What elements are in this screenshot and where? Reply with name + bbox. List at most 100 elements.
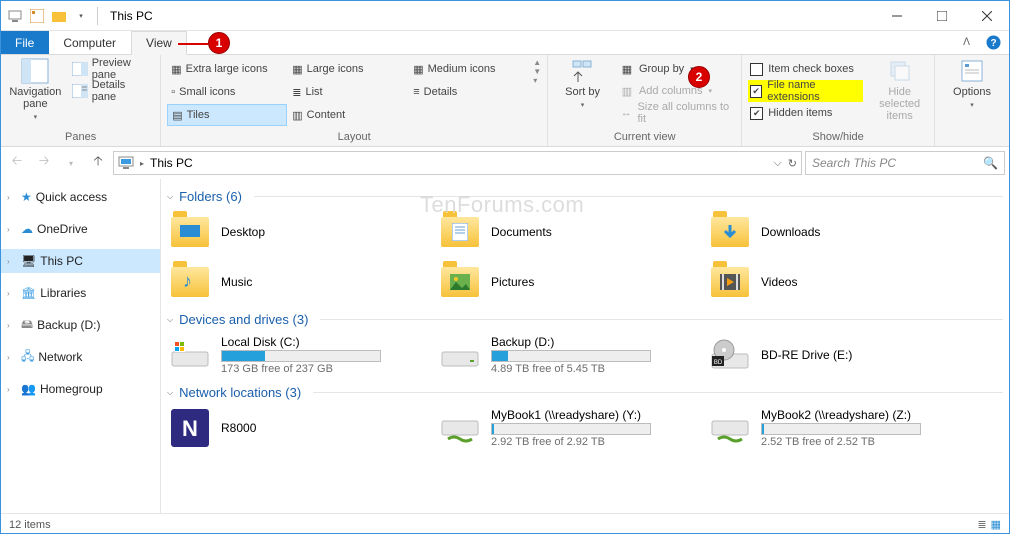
drive-local-c[interactable]: Local Disk (C:)173 GB free of 237 GB	[167, 331, 427, 379]
layout-small[interactable]: ▫Small icons	[167, 81, 287, 103]
hide-selected-items-button: Hide selected items	[871, 58, 928, 122]
details-view-icon[interactable]: ≣	[977, 518, 986, 531]
nav-this-pc[interactable]: ›🖥This PC	[1, 249, 160, 273]
ribbon: Navigation pane ▾ Preview pane Details p…	[1, 55, 1009, 147]
titlebar: ▾ This PC	[1, 1, 1009, 31]
nav-network[interactable]: ›🖧Network	[1, 345, 160, 369]
section-folders[interactable]: ⌵Folders (6)	[167, 189, 1003, 204]
chevron-right-icon[interactable]: ▸	[140, 159, 144, 168]
client-area: ›★Quick access ›☁OneDrive ›🖥This PC ›🏛Li…	[1, 179, 1009, 513]
layout-tiles[interactable]: ▤Tiles	[167, 104, 287, 126]
chevron-down-icon: ⌵	[167, 388, 173, 398]
search-icon: 🔍	[983, 156, 998, 170]
search-input[interactable]: Search This PC🔍	[805, 151, 1005, 175]
this-pc-icon	[118, 156, 134, 170]
nav-backup[interactable]: ›🖴Backup (D:)	[1, 313, 160, 337]
expand-icon[interactable]: ›	[7, 193, 17, 202]
tiles-view-icon[interactable]: ▦	[991, 518, 1001, 531]
address-bar[interactable]: ▸ This PC ⌵ ↻	[113, 151, 802, 175]
folder-music[interactable]: ♪Music	[167, 258, 427, 306]
chevron-down-icon: ⌵	[167, 315, 173, 325]
layout-content[interactable]: ▥Content	[288, 104, 408, 126]
expand-icon[interactable]: ›	[7, 225, 17, 234]
ribbon-group-options: Options▾	[935, 55, 1009, 146]
navigation-pane-label: Navigation pane	[7, 86, 64, 110]
sort-by-button[interactable]: Sort by▾	[554, 58, 611, 112]
group-by-button[interactable]: ▦Group by▾	[615, 58, 735, 80]
hidden-items-toggle[interactable]: ✔Hidden items	[748, 102, 863, 124]
item-checkboxes-toggle[interactable]: Item check boxes	[748, 58, 863, 80]
chevron-down-icon: ▾	[709, 87, 713, 95]
close-button[interactable]	[964, 1, 1009, 31]
back-button[interactable]: 🡠	[5, 151, 29, 175]
folder-icon[interactable]	[49, 6, 69, 26]
drive-bdre-e[interactable]: BDBD-RE Drive (E:)	[707, 331, 967, 379]
checkbox-checked-icon: ✔	[750, 85, 762, 98]
breadcrumb-this-pc[interactable]: This PC	[150, 156, 193, 170]
layout-scroll-down[interactable]: ▼	[533, 67, 541, 76]
preview-pane-icon	[72, 61, 88, 77]
details-pane-icon	[72, 83, 88, 99]
ribbon-group-current-view: Sort by▾ ▦Group by▾ ▥Add columns▾ ↔Size …	[548, 55, 742, 146]
drive-backup-d[interactable]: Backup (D:)4.89 TB free of 5.45 TB	[437, 331, 697, 379]
expand-icon[interactable]: ›	[7, 353, 17, 362]
minimize-button[interactable]	[874, 1, 919, 31]
recent-locations[interactable]: ▾	[59, 151, 83, 175]
capacity-bar	[221, 350, 381, 362]
expand-icon[interactable]: ›	[7, 385, 17, 394]
layout-details[interactable]: ≡Details	[409, 81, 529, 103]
folder-desktop[interactable]: Desktop	[167, 208, 427, 256]
nav-onedrive[interactable]: ›☁OneDrive	[1, 217, 160, 241]
netloc-mybook1[interactable]: MyBook1 (\\readyshare) (Y:)2.92 TB free …	[437, 404, 697, 452]
netloc-mybook2[interactable]: MyBook2 (\\readyshare) (Z:)2.52 TB free …	[707, 404, 967, 452]
svg-text:?: ?	[990, 38, 996, 49]
layout-icon: ▥	[292, 109, 302, 122]
folder-documents[interactable]: Documents	[437, 208, 697, 256]
ribbon-group-panes: Navigation pane ▾ Preview pane Details p…	[1, 55, 161, 146]
expand-icon[interactable]: ›	[7, 257, 17, 266]
size-columns-button: ↔Size all columns to fit	[615, 102, 735, 124]
section-network[interactable]: ⌵Network locations (3)	[167, 385, 1003, 400]
layout-list[interactable]: ≣List	[288, 81, 408, 103]
layout-large[interactable]: ▦Large icons	[288, 58, 408, 80]
nav-libraries[interactable]: ›🏛Libraries	[1, 281, 160, 305]
window-controls	[874, 1, 1009, 31]
chevron-down-icon: ⌵	[167, 192, 173, 202]
ribbon-group-show-hide: Item check boxes ✔File name extensions ✔…	[742, 55, 935, 146]
file-name-extensions-toggle[interactable]: ✔File name extensions	[748, 80, 863, 102]
section-drives[interactable]: ⌵Devices and drives (3)	[167, 312, 1003, 327]
help-icon[interactable]: ?	[978, 31, 1009, 54]
netloc-r8000[interactable]: NR8000	[167, 404, 427, 452]
refresh-icon[interactable]: ↻	[788, 157, 797, 170]
layout-scroll-up[interactable]: ▲	[533, 58, 541, 67]
add-columns-button: ▥Add columns▾	[615, 80, 735, 102]
chevron-down-icon: ▾	[581, 100, 585, 112]
nav-quick-access[interactable]: ›★Quick access	[1, 185, 160, 209]
folder-videos[interactable]: Videos	[707, 258, 967, 306]
layout-medium[interactable]: ▦Medium icons	[409, 58, 529, 80]
folder-pictures[interactable]: Pictures	[437, 258, 697, 306]
navigation-pane-button[interactable]: Navigation pane ▾	[7, 58, 64, 124]
layout-extra-large[interactable]: ▦Extra large icons	[167, 58, 287, 80]
address-bar-row: 🡠 🡢 ▾ 🡡 ▸ This PC ⌵ ↻ Search This PC🔍	[1, 147, 1009, 179]
layout-group-label: Layout	[161, 129, 547, 146]
folder-downloads[interactable]: Downloads	[707, 208, 967, 256]
up-button[interactable]: 🡡	[86, 151, 110, 175]
system-icon[interactable]	[5, 6, 25, 26]
maximize-button[interactable]	[919, 1, 964, 31]
expand-icon[interactable]: ›	[7, 321, 17, 330]
address-dropdown-icon[interactable]: ⌵	[773, 157, 781, 170]
expand-icon[interactable]: ›	[7, 289, 17, 298]
current-view-group-label: Current view	[548, 129, 741, 146]
content-pane: ⌵Folders (6) Desktop Documents Downloads…	[161, 179, 1009, 513]
tab-file[interactable]: File	[1, 31, 49, 54]
preview-pane-button[interactable]: Preview pane	[68, 58, 155, 80]
layout-expand[interactable]: ▾	[533, 76, 541, 85]
ribbon-collapse-icon[interactable]: ᐱ	[955, 31, 978, 54]
qat-dropdown-icon[interactable]: ▾	[71, 6, 91, 26]
properties-icon[interactable]	[27, 6, 47, 26]
nav-homegroup[interactable]: ›👥Homegroup	[1, 377, 160, 401]
tab-computer[interactable]: Computer	[49, 31, 131, 54]
details-pane-button[interactable]: Details pane	[68, 80, 155, 102]
options-button[interactable]: Options▾	[941, 58, 1003, 112]
